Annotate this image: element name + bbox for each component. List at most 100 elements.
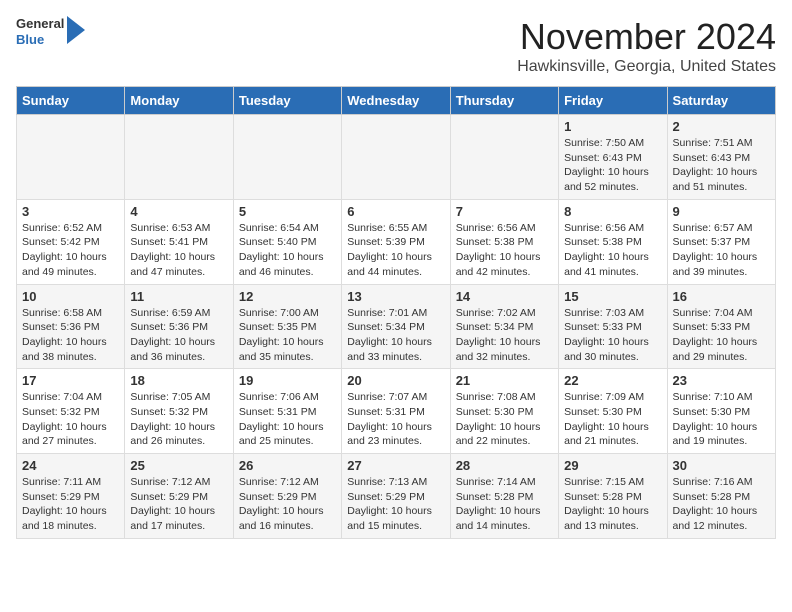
day-info: Sunrise: 7:04 AM Sunset: 5:32 PM Dayligh…: [22, 390, 119, 449]
calendar-cell: 7Sunrise: 6:56 AM Sunset: 5:38 PM Daylig…: [450, 199, 558, 284]
calendar-cell: 10Sunrise: 6:58 AM Sunset: 5:36 PM Dayli…: [17, 284, 125, 369]
calendar-cell: 17 Sunrise: 7:04 AM Sunset: 5:32 PM Dayli…: [17, 369, 125, 454]
calendar-cell: 21 Sunrise: 7:08 AM Sunset: 5:30 PM Dayli…: [450, 369, 558, 454]
calendar-cell: [17, 115, 125, 200]
day-number: 21: [456, 373, 553, 388]
calendar-cell: 25 Sunrise: 7:12 AM Sunset: 5:29 PM Dayli…: [125, 454, 233, 539]
calendar-cell: 3 Sunrise: 6:52 AM Sunset: 5:42 PM Daylig…: [17, 199, 125, 284]
calendar-cell: 2Sunrise: 7:51 AM Sunset: 6:43 PM Daylig…: [667, 115, 775, 200]
day-info: Sunrise: 7:00 AM Sunset: 5:35 PM Dayligh…: [239, 306, 336, 365]
day-number: 1: [564, 119, 661, 134]
day-info: Sunrise: 6:59 AM Sunset: 5:36 PM Dayligh…: [130, 306, 227, 365]
logo-text: General Blue: [16, 16, 64, 47]
calendar-cell: 9 Sunrise: 6:57 AM Sunset: 5:37 PM Daylig…: [667, 199, 775, 284]
col-header-friday: Friday: [559, 87, 667, 115]
calendar-week-4: 17 Sunrise: 7:04 AM Sunset: 5:32 PM Dayli…: [17, 369, 776, 454]
day-number: 27: [347, 458, 444, 473]
day-number: 4: [130, 204, 227, 219]
calendar-cell: 12Sunrise: 7:00 AM Sunset: 5:35 PM Dayli…: [233, 284, 341, 369]
day-info: Sunrise: 7:02 AM Sunset: 5:34 PM Dayligh…: [456, 306, 553, 365]
day-number: 13: [347, 289, 444, 304]
logo: General Blue: [16, 16, 85, 47]
day-number: 14: [456, 289, 553, 304]
day-info: Sunrise: 7:14 AM Sunset: 5:28 PM Dayligh…: [456, 475, 553, 534]
calendar-header-row: SundayMondayTuesdayWednesdayThursdayFrid…: [17, 87, 776, 115]
title-section: November 2024 Hawkinsville, Georgia, Uni…: [517, 16, 776, 76]
day-info: Sunrise: 7:51 AM Sunset: 6:43 PM Dayligh…: [673, 136, 770, 195]
col-header-monday: Monday: [125, 87, 233, 115]
calendar-cell: 27Sunrise: 7:13 AM Sunset: 5:29 PM Dayli…: [342, 454, 450, 539]
calendar-cell: 4Sunrise: 6:53 AM Sunset: 5:41 PM Daylig…: [125, 199, 233, 284]
calendar-cell: [233, 115, 341, 200]
day-info: Sunrise: 7:11 AM Sunset: 5:29 PM Dayligh…: [22, 475, 119, 534]
day-info: Sunrise: 7:50 AM Sunset: 6:43 PM Dayligh…: [564, 136, 661, 195]
day-number: 28: [456, 458, 553, 473]
day-info: Sunrise: 7:03 AM Sunset: 5:33 PM Dayligh…: [564, 306, 661, 365]
day-number: 19: [239, 373, 336, 388]
month-title: November 2024: [517, 16, 776, 58]
calendar-cell: 28 Sunrise: 7:14 AM Sunset: 5:28 PM Dayli…: [450, 454, 558, 539]
day-number: 29: [564, 458, 661, 473]
day-number: 20: [347, 373, 444, 388]
col-header-saturday: Saturday: [667, 87, 775, 115]
calendar-cell: 13Sunrise: 7:01 AM Sunset: 5:34 PM Dayli…: [342, 284, 450, 369]
calendar-week-1: 1 Sunrise: 7:50 AM Sunset: 6:43 PM Daylig…: [17, 115, 776, 200]
calendar-cell: 11Sunrise: 6:59 AM Sunset: 5:36 PM Dayli…: [125, 284, 233, 369]
calendar-week-5: 24 Sunrise: 7:11 AM Sunset: 5:29 PM Dayli…: [17, 454, 776, 539]
day-number: 17: [22, 373, 119, 388]
col-header-tuesday: Tuesday: [233, 87, 341, 115]
day-number: 15: [564, 289, 661, 304]
calendar-cell: [342, 115, 450, 200]
day-number: 25: [130, 458, 227, 473]
day-info: Sunrise: 7:08 AM Sunset: 5:30 PM Dayligh…: [456, 390, 553, 449]
col-header-sunday: Sunday: [17, 87, 125, 115]
location: Hawkinsville, Georgia, United States: [517, 58, 776, 76]
calendar-cell: 1 Sunrise: 7:50 AM Sunset: 6:43 PM Daylig…: [559, 115, 667, 200]
day-number: 9: [673, 204, 770, 219]
calendar-cell: 8Sunrise: 6:56 AM Sunset: 5:38 PM Daylig…: [559, 199, 667, 284]
calendar-cell: 30Sunrise: 7:16 AM Sunset: 5:28 PM Dayli…: [667, 454, 775, 539]
calendar-cell: [450, 115, 558, 200]
day-number: 3: [22, 204, 119, 219]
calendar-cell: 23Sunrise: 7:10 AM Sunset: 5:30 PM Dayli…: [667, 369, 775, 454]
day-number: 23: [673, 373, 770, 388]
day-info: Sunrise: 7:07 AM Sunset: 5:31 PM Dayligh…: [347, 390, 444, 449]
day-info: Sunrise: 7:06 AM Sunset: 5:31 PM Dayligh…: [239, 390, 336, 449]
calendar-cell: 16Sunrise: 7:04 AM Sunset: 5:33 PM Dayli…: [667, 284, 775, 369]
calendar-week-3: 10Sunrise: 6:58 AM Sunset: 5:36 PM Dayli…: [17, 284, 776, 369]
calendar-cell: 5Sunrise: 6:54 AM Sunset: 5:40 PM Daylig…: [233, 199, 341, 284]
day-info: Sunrise: 6:54 AM Sunset: 5:40 PM Dayligh…: [239, 221, 336, 280]
day-info: Sunrise: 6:57 AM Sunset: 5:37 PM Dayligh…: [673, 221, 770, 280]
calendar-cell: 22 Sunrise: 7:09 AM Sunset: 5:30 PM Dayli…: [559, 369, 667, 454]
calendar-cell: 26Sunrise: 7:12 AM Sunset: 5:29 PM Dayli…: [233, 454, 341, 539]
day-info: Sunrise: 7:12 AM Sunset: 5:29 PM Dayligh…: [130, 475, 227, 534]
logo-arrow-icon: [67, 16, 85, 44]
day-number: 18: [130, 373, 227, 388]
day-info: Sunrise: 6:56 AM Sunset: 5:38 PM Dayligh…: [456, 221, 553, 280]
day-info: Sunrise: 7:04 AM Sunset: 5:33 PM Dayligh…: [673, 306, 770, 365]
day-info: Sunrise: 6:55 AM Sunset: 5:39 PM Dayligh…: [347, 221, 444, 280]
col-header-wednesday: Wednesday: [342, 87, 450, 115]
calendar-cell: 19 Sunrise: 7:06 AM Sunset: 5:31 PM Dayli…: [233, 369, 341, 454]
day-number: 30: [673, 458, 770, 473]
logo-blue: Blue: [16, 32, 64, 48]
day-info: Sunrise: 7:09 AM Sunset: 5:30 PM Dayligh…: [564, 390, 661, 449]
page-header: General Blue November 2024 Hawkinsville,…: [16, 16, 776, 76]
calendar-cell: 20 Sunrise: 7:07 AM Sunset: 5:31 PM Dayli…: [342, 369, 450, 454]
calendar-cell: 6Sunrise: 6:55 AM Sunset: 5:39 PM Daylig…: [342, 199, 450, 284]
day-number: 24: [22, 458, 119, 473]
calendar-cell: 15 Sunrise: 7:03 AM Sunset: 5:33 PM Dayli…: [559, 284, 667, 369]
day-info: Sunrise: 7:15 AM Sunset: 5:28 PM Dayligh…: [564, 475, 661, 534]
calendar-cell: 24 Sunrise: 7:11 AM Sunset: 5:29 PM Dayli…: [17, 454, 125, 539]
day-info: Sunrise: 7:05 AM Sunset: 5:32 PM Dayligh…: [130, 390, 227, 449]
day-info: Sunrise: 6:52 AM Sunset: 5:42 PM Dayligh…: [22, 221, 119, 280]
day-number: 22: [564, 373, 661, 388]
day-info: Sunrise: 7:12 AM Sunset: 5:29 PM Dayligh…: [239, 475, 336, 534]
col-header-thursday: Thursday: [450, 87, 558, 115]
calendar-cell: 18 Sunrise: 7:05 AM Sunset: 5:32 PM Dayli…: [125, 369, 233, 454]
calendar-table: SundayMondayTuesdayWednesdayThursdayFrid…: [16, 86, 776, 539]
day-number: 8: [564, 204, 661, 219]
day-number: 10: [22, 289, 119, 304]
calendar-week-2: 3 Sunrise: 6:52 AM Sunset: 5:42 PM Daylig…: [17, 199, 776, 284]
logo-general: General: [16, 16, 64, 32]
